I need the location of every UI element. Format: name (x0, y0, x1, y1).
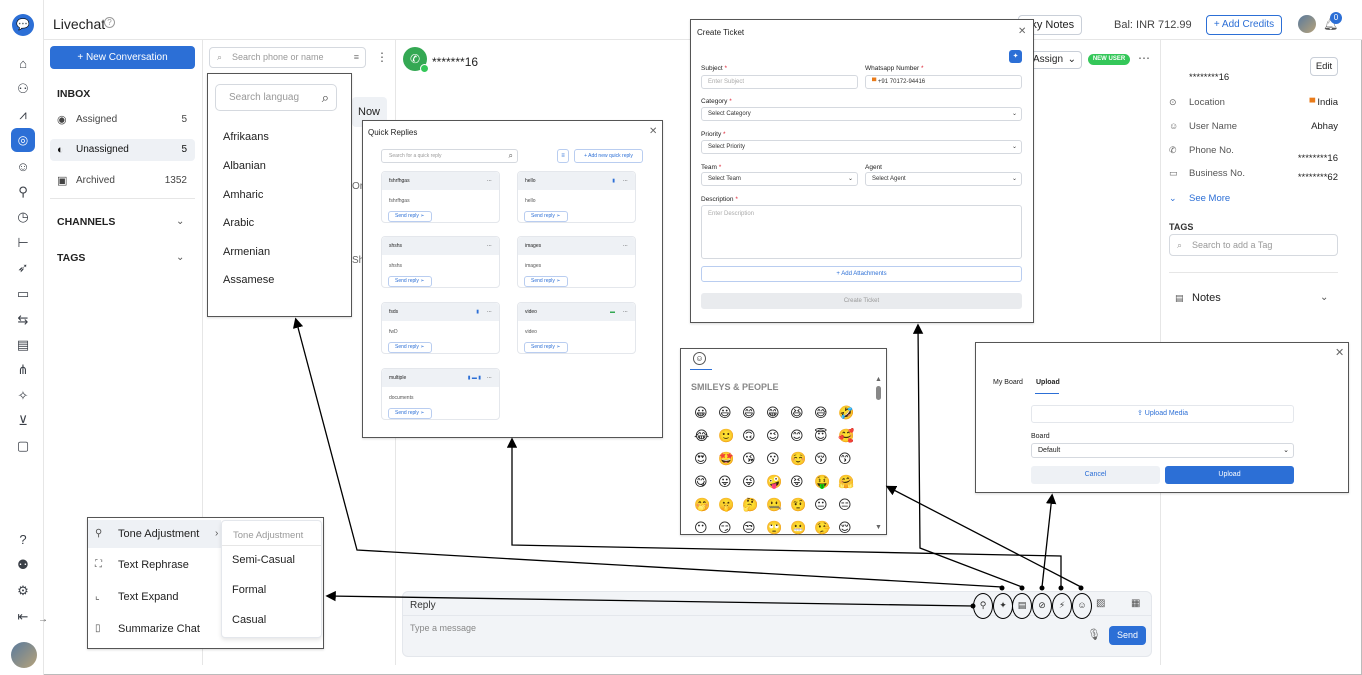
arrow-origin-dot (1078, 585, 1084, 591)
arrow-origin-dot (999, 585, 1005, 591)
annotation-arrows (292, 317, 1084, 609)
arrow-origin-dot (1039, 585, 1045, 591)
arrow-origin-dot (1019, 585, 1025, 591)
arrow-quickreply-to-popup (506, 437, 1062, 587)
arrow-wand-to-tone-menu (325, 590, 974, 607)
arrow-sparkle-to-language (292, 317, 1003, 588)
arrow-attach-to-upload (1041, 493, 1057, 588)
arrow-origin-dot (970, 603, 976, 609)
arrow-origin-dot (1058, 585, 1064, 591)
